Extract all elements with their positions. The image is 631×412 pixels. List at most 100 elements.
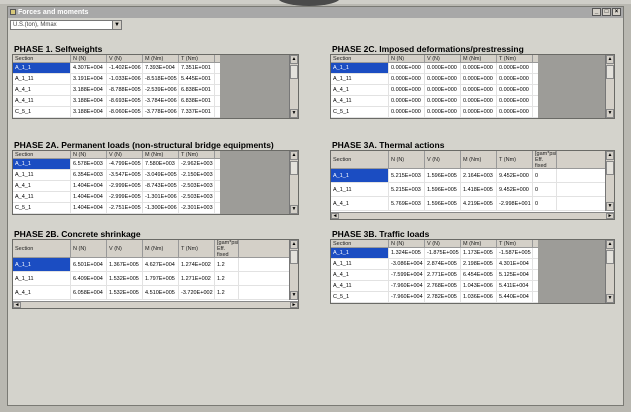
value-cell[interactable]: 0.000E+000 [389,74,425,84]
section-cell[interactable]: A_1_1 [331,63,389,73]
scroll-down-icon[interactable]: ▼ [606,109,614,118]
value-cell[interactable]: 0.000E+000 [461,74,497,84]
title-bar[interactable]: Forces and moments _ □ × [8,7,623,18]
value-cell[interactable]: -8.788E+005 [107,85,143,95]
column-header-n[interactable]: N (N) [71,240,107,257]
value-cell[interactable]: 3.188E+004 [71,85,107,95]
value-cell[interactable]: 0.000E+000 [461,96,497,106]
vertical-scrollbar[interactable]: ▲ ▼ [289,240,298,300]
column-header-m[interactable]: M (Nm) [461,151,497,168]
maximize-button[interactable]: □ [602,8,611,16]
value-cell[interactable]: 1.2 [215,272,239,285]
vertical-scrollbar[interactable]: ▲ ▼ [605,55,614,118]
scroll-up-icon[interactable]: ▲ [606,151,614,160]
scroll-right-icon[interactable]: ► [290,302,298,308]
section-cell[interactable]: A_1_11 [13,272,71,285]
value-cell[interactable]: 4.301E+004 [497,259,533,269]
value-cell[interactable]: 0.000E+000 [425,96,461,106]
scroll-thumb[interactable] [606,161,614,175]
section-cell[interactable]: A_4_11 [13,96,71,106]
value-cell[interactable]: 0.000E+000 [497,63,533,73]
column-header-t[interactable]: T (Nm) [179,151,215,158]
scroll-thumb[interactable] [290,161,298,175]
value-cell[interactable]: -1.300E+006 [143,203,179,213]
column-header-v[interactable]: V (N) [425,151,461,168]
value-cell[interactable]: 1.596E+005 [425,183,461,196]
value-cell[interactable]: 0.000E+000 [389,96,425,106]
scroll-down-icon[interactable]: ▼ [290,205,298,214]
value-cell[interactable]: 1.596E+005 [425,169,461,182]
results-table[interactable]: Section N (N) V (N) M (Nm) T (Nm) A_1_1 1.324E… [330,239,615,304]
value-cell[interactable]: 1.404E+004 [71,203,107,213]
value-cell[interactable]: 0 [533,169,557,182]
value-cell[interactable]: 0.000E+000 [461,85,497,95]
scroll-thumb[interactable] [290,65,298,79]
value-cell[interactable]: 1.324E+005 [389,248,425,258]
value-cell[interactable]: 1.596E+005 [425,197,461,210]
scroll-left-icon[interactable]: ◄ [331,213,339,219]
value-cell[interactable]: 6.838E+001 [179,96,215,106]
value-cell[interactable]: 6.354E+003 [71,170,107,180]
column-header-section[interactable]: Section [331,240,389,247]
value-cell[interactable]: -2.999E+005 [107,192,143,202]
column-header-section[interactable]: Section [13,240,71,257]
value-cell[interactable]: 1.274E+002 [179,258,215,271]
value-cell[interactable]: 0.000E+000 [425,107,461,117]
minimize-button[interactable]: _ [592,8,601,16]
column-header-v[interactable]: V (N) [107,240,143,257]
value-cell[interactable]: 0.000E+000 [461,107,497,117]
section-cell[interactable]: A_4_11 [331,281,389,291]
value-cell[interactable]: 5.769E+003 [389,197,425,210]
column-header-section[interactable]: Section [13,55,71,62]
value-cell[interactable]: 5.125E+004 [497,270,533,280]
value-cell[interactable]: 0.000E+000 [425,63,461,73]
column-header-section[interactable]: Section [13,151,71,158]
table-row[interactable]: A_1_11 6.409E+004 1.532E+005 1.797E+005 1.27… [13,272,298,286]
value-cell[interactable]: 1.797E+005 [143,272,179,285]
value-cell[interactable]: -4.799E+005 [107,159,143,169]
value-cell[interactable]: -2.150E+003 [179,170,215,180]
section-cell[interactable]: A_1_11 [13,74,71,84]
value-cell[interactable]: 1.2 [215,286,239,299]
value-cell[interactable]: -1.875E+005 [425,248,461,258]
section-cell[interactable]: A_4_11 [331,96,389,106]
value-cell[interactable]: -7.960E+004 [389,281,425,291]
value-cell[interactable]: 0 [533,183,557,196]
value-cell[interactable]: 6.454E+005 [461,270,497,280]
value-cell[interactable]: 6.838E+001 [179,85,215,95]
value-cell[interactable]: 1.404E+004 [71,192,107,202]
column-header-v[interactable]: V (N) [107,151,143,158]
value-cell[interactable]: 3.188E+004 [71,96,107,106]
section-cell[interactable]: A_1_11 [331,183,389,196]
vertical-scrollbar[interactable]: ▲ ▼ [289,55,298,118]
section-cell[interactable]: A_4_1 [13,85,71,95]
value-cell[interactable]: 1.173E+005 [461,248,497,258]
results-table[interactable]: Section N (N) V (N) M (Nm) T (Nm) A_1_1 0.000E… [330,54,615,119]
column-header-t[interactable]: T (Nm) [497,55,533,62]
column-header-n[interactable]: N (N) [71,151,107,158]
scroll-down-icon[interactable]: ▼ [290,291,298,300]
units-dropdown[interactable]: U.S.(ton), Mmax ▼ [10,20,122,30]
value-cell[interactable]: 1.043E+006 [461,281,497,291]
table-row[interactable]: A_1_11 5.215E+003 1.596E+005 1.418E+005 9.45… [331,183,614,197]
column-header-v[interactable]: V (N) [425,240,461,247]
column-header-section[interactable]: Section [331,55,389,62]
column-header-t[interactable]: T (Nm) [497,151,533,168]
value-cell[interactable]: 2.782E+005 [425,292,461,302]
value-cell[interactable]: 1.2 [215,258,239,271]
value-cell[interactable]: -8.518E+005 [143,74,179,84]
value-cell[interactable]: 0.000E+000 [497,74,533,84]
column-header-m[interactable]: M (Nm) [143,151,179,158]
value-cell[interactable]: 6.578E+003 [71,159,107,169]
column-header-m[interactable]: M (Nm) [461,55,497,62]
value-cell[interactable]: 1.271E+002 [179,272,215,285]
value-cell[interactable]: -2.539E+006 [143,85,179,95]
value-cell[interactable]: -2.962E+003 [179,159,215,169]
scroll-down-icon[interactable]: ▼ [606,202,614,211]
value-cell[interactable]: 2.198E+005 [461,259,497,269]
value-cell[interactable]: 1.418E+005 [461,183,497,196]
vertical-scrollbar[interactable]: ▲ ▼ [605,240,614,303]
value-cell[interactable]: 0 [533,197,557,210]
results-table[interactable]: Section N (N) V (N) M (Nm) T (Nm) [gam*psi] E… [330,150,615,220]
value-cell[interactable]: -2.503E+003 [179,192,215,202]
